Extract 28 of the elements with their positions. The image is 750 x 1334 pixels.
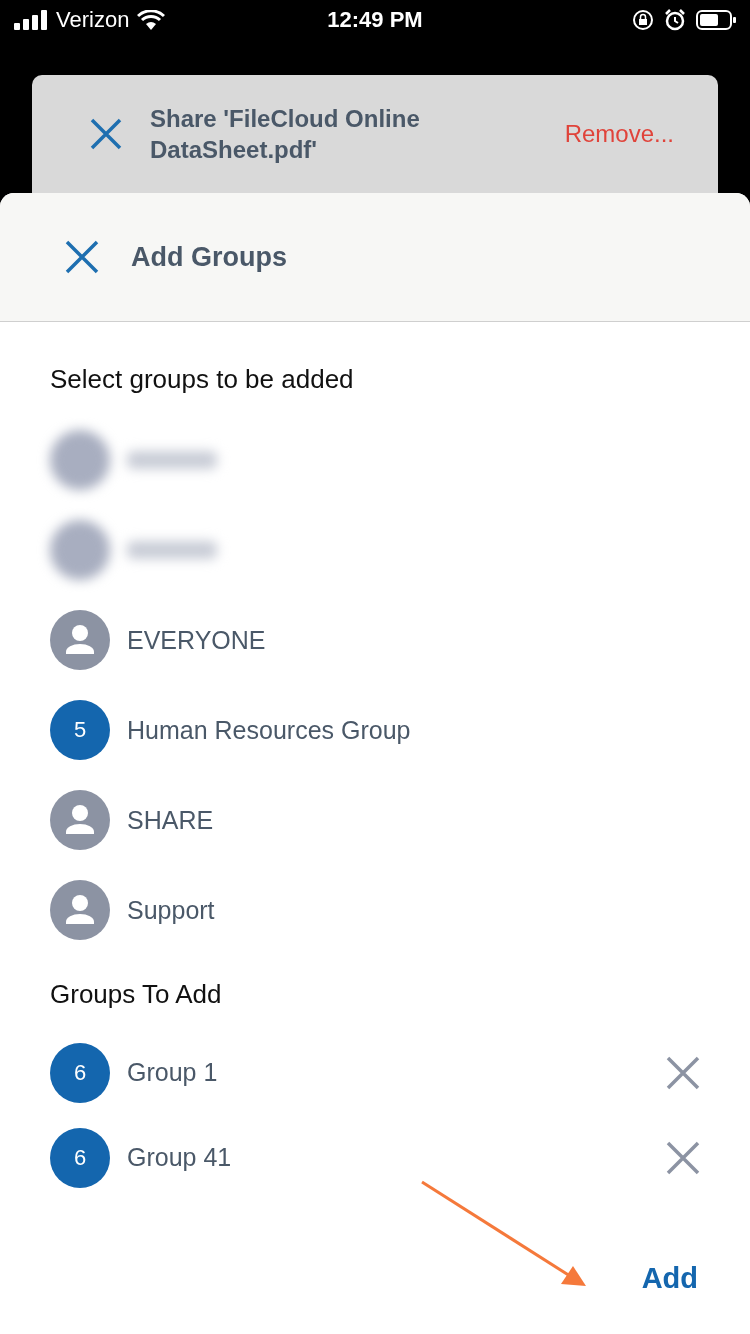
group-name: Group 1 [127, 1058, 219, 1087]
member-count-badge: 6 [50, 1127, 110, 1188]
signal-icon [14, 10, 48, 30]
group-name[interactable]: Human Resources Group [127, 715, 411, 745]
section-title: Groups To Add [50, 979, 223, 1010]
group-name[interactable]: SHARE [127, 805, 214, 835]
wifi-icon [137, 10, 166, 30]
alarm-icon [664, 9, 686, 31]
group-name: Group 41 [127, 1143, 233, 1172]
remove-icon[interactable] [666, 1055, 700, 1090]
section-title: Select groups to be added [50, 364, 355, 395]
person-avatar-icon [50, 880, 110, 940]
group-name[interactable]: Support [127, 895, 215, 925]
member-count-badge: 6 [50, 1042, 110, 1103]
close-icon[interactable] [90, 118, 122, 150]
rotation-lock-icon [632, 9, 654, 31]
remove-icon[interactable] [666, 1140, 700, 1175]
status-time: 12:49 PM [327, 7, 423, 33]
group-name[interactable]: EVERYONE [127, 625, 266, 655]
battery-icon [696, 10, 736, 30]
close-icon[interactable] [65, 240, 99, 274]
person-avatar-icon [50, 790, 110, 850]
person-avatar-icon [50, 610, 110, 670]
add-button[interactable]: Add [641, 1262, 698, 1295]
sheet-title: Add Groups [131, 241, 287, 273]
carrier-name: Verizon [56, 7, 130, 33]
member-count-badge: 5 [50, 700, 110, 760]
share-title: Share 'FileCloud Online DataSheet.pdf' [150, 104, 421, 165]
